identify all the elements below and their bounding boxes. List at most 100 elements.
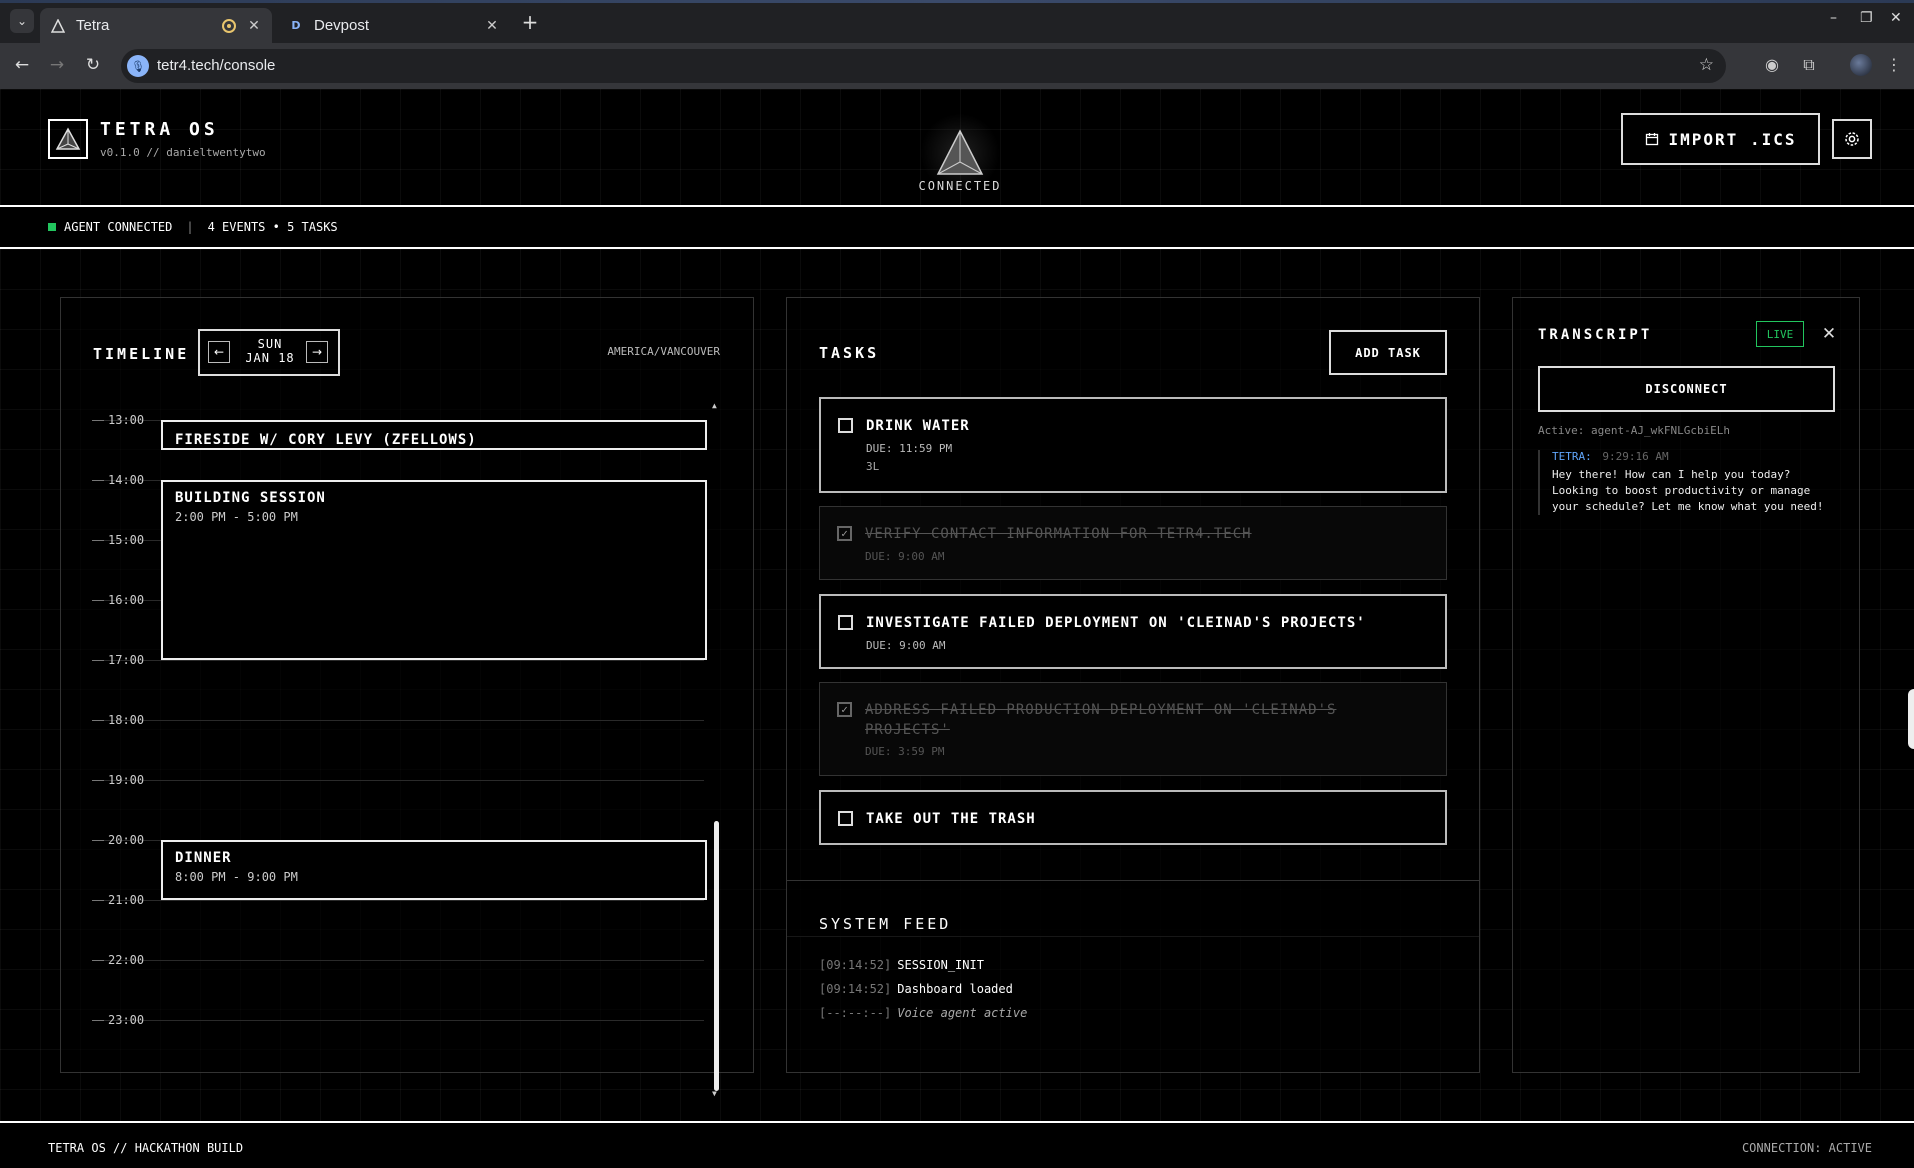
feed-timestamp: [--:--:--] bbox=[819, 1006, 892, 1020]
hour-line bbox=[92, 720, 704, 721]
task-due: DUE: 9:00 AM bbox=[866, 639, 946, 652]
task-checkbox[interactable]: ✓ bbox=[837, 526, 852, 541]
tab-close-icon[interactable]: ✕ bbox=[484, 17, 500, 34]
hour-label: 15:00 bbox=[108, 533, 145, 547]
status-divider bbox=[0, 247, 1914, 249]
hour-label: 18:00 bbox=[108, 713, 145, 727]
reload-icon[interactable]: ↻ bbox=[82, 55, 104, 77]
scroll-down-icon[interactable]: ▼ bbox=[712, 1089, 717, 1098]
forward-icon[interactable]: → bbox=[46, 55, 68, 77]
feed-line: [09:14:52] Dashboard loaded bbox=[819, 982, 1013, 996]
window-close-icon[interactable]: ✕ bbox=[1890, 10, 1902, 26]
profile-avatar[interactable] bbox=[1850, 54, 1872, 76]
microphone-icon[interactable]: 🎙 bbox=[127, 55, 149, 77]
task-title: INVESTIGATE FAILED DEPLOYMENT ON 'CLEINA… bbox=[866, 615, 1366, 631]
task-item[interactable]: DRINK WATER DUE: 11:59 PM 3L bbox=[819, 397, 1447, 493]
extension-icon[interactable]: ◉ bbox=[1761, 55, 1783, 77]
task-item[interactable]: ✓ VERIFY CONTACT INFORMATION FOR TETR4.T… bbox=[819, 506, 1447, 580]
side-panel-handle[interactable] bbox=[1908, 689, 1914, 749]
feed-line: [09:14:52] SESSION_INIT bbox=[819, 958, 984, 972]
task-item[interactable]: TAKE OUT THE TRASH bbox=[819, 790, 1447, 845]
tab-title: Devpost bbox=[314, 17, 370, 34]
hour-label: 20:00 bbox=[108, 833, 145, 847]
devpost-favicon-icon: D bbox=[291, 19, 301, 32]
bookmark-star-icon[interactable]: ☆ bbox=[1699, 55, 1714, 75]
import-ics-button[interactable]: IMPORT .ICS bbox=[1621, 113, 1820, 165]
event-title: DINNER bbox=[175, 850, 232, 866]
browser-tab-bar: ⌄ Tetra ✕ D Devpost ✕ + – ❐ ✕ bbox=[0, 0, 1914, 43]
date-navigator: ← SUN JAN 18 → bbox=[198, 329, 340, 376]
tab-title: Tetra bbox=[76, 17, 110, 34]
task-item[interactable]: INVESTIGATE FAILED DEPLOYMENT ON 'CLEINA… bbox=[819, 594, 1447, 669]
timeline-scrollbar[interactable] bbox=[714, 821, 719, 1091]
settings-button[interactable] bbox=[1832, 119, 1872, 159]
event-dinner[interactable]: DINNER 8:00 PM - 9:00 PM bbox=[161, 840, 707, 900]
add-task-button[interactable]: ADD TASK bbox=[1329, 330, 1447, 375]
event-building-session[interactable]: BUILDING SESSION 2:00 PM - 5:00 PM bbox=[161, 480, 707, 660]
close-icon[interactable]: ✕ bbox=[1818, 321, 1840, 347]
footer: TETRA OS // HACKATHON BUILD CONNECTION: … bbox=[0, 1121, 1914, 1168]
tab-search-button[interactable]: ⌄ bbox=[10, 9, 34, 33]
date-display: SUN JAN 18 bbox=[228, 337, 312, 365]
task-due: DUE: 9:00 AM bbox=[865, 550, 945, 563]
event-time: 2:00 PM - 5:00 PM bbox=[175, 510, 298, 524]
hour-label: 19:00 bbox=[108, 773, 145, 787]
hour-tick bbox=[92, 720, 104, 721]
timeline-title: TIMELINE bbox=[93, 345, 190, 363]
tab-devpost[interactable]: D Devpost ✕ bbox=[278, 8, 510, 43]
task-item[interactable]: ✓ ADDRESS FAILED PRODUCTION DEPLOYMENT O… bbox=[819, 682, 1447, 776]
timeline-panel bbox=[60, 297, 754, 1073]
hour-tick bbox=[92, 900, 104, 901]
menu-icon[interactable]: ⋮ bbox=[1883, 55, 1905, 77]
hour-tick bbox=[92, 840, 104, 841]
hour-line bbox=[92, 1020, 704, 1021]
disconnect-button[interactable]: DISCONNECT bbox=[1538, 366, 1835, 412]
next-day-button[interactable]: → bbox=[306, 341, 328, 363]
task-checkbox[interactable] bbox=[838, 811, 853, 826]
tasks-title: TASKS bbox=[819, 344, 880, 362]
timezone-label: AMERICA/VANCOUVER bbox=[607, 345, 720, 358]
feed-message: Dashboard loaded bbox=[897, 982, 1013, 996]
minimize-icon[interactable]: – bbox=[1830, 10, 1837, 26]
prev-day-button[interactable]: ← bbox=[208, 341, 230, 363]
feed-line: [--:--:--] Voice agent active bbox=[819, 1006, 1027, 1020]
puzzle-icon[interactable]: ⧉ bbox=[1798, 55, 1820, 77]
hour-line bbox=[92, 900, 704, 901]
event-time: 8:00 PM - 9:00 PM bbox=[175, 870, 298, 884]
tab-tetra[interactable]: Tetra ✕ bbox=[40, 8, 272, 43]
date-day: SUN bbox=[257, 337, 283, 351]
url-input[interactable]: 🎙 tetr4.tech/console ☆ bbox=[121, 49, 1726, 83]
app-subtitle: v0.1.0 // danieltwentytwo bbox=[100, 146, 266, 159]
hour-line bbox=[92, 780, 704, 781]
logo-icon bbox=[48, 119, 88, 159]
browser-address-bar: ← → ↻ 🎙 tetr4.tech/console ☆ ◉ ⧉ ⋮ bbox=[0, 43, 1914, 89]
system-feed-title: SYSTEM FEED bbox=[819, 915, 952, 933]
back-icon[interactable]: ← bbox=[11, 55, 33, 77]
hour-tick bbox=[92, 420, 104, 421]
message-speaker: TETRA: bbox=[1552, 450, 1592, 463]
task-title: VERIFY CONTACT INFORMATION FOR TETR4.TEC… bbox=[865, 526, 1252, 542]
event-fireside[interactable]: FIRESIDE W/ CORY LEVY (ZFELLOWS) bbox=[161, 420, 707, 450]
hour-label: 13:00 bbox=[108, 413, 145, 427]
agent-status: AGENT CONNECTED bbox=[64, 220, 173, 234]
task-checkbox[interactable] bbox=[838, 418, 853, 433]
scroll-up-icon[interactable]: ▲ bbox=[712, 401, 717, 410]
task-due: DUE: 3:59 PM bbox=[865, 745, 945, 758]
footer-connection-status: CONNECTION: ACTIVE bbox=[1741, 1141, 1872, 1155]
task-due: DUE: 11:59 PM bbox=[866, 442, 953, 455]
feed-message: Voice agent active bbox=[897, 1006, 1028, 1020]
task-checkbox[interactable]: ✓ bbox=[837, 702, 852, 717]
transcript-panel bbox=[1512, 297, 1860, 1073]
hour-label: 21:00 bbox=[108, 893, 145, 907]
window-accent bbox=[0, 0, 1914, 3]
calendar-icon bbox=[1645, 133, 1658, 146]
tab-close-icon[interactable]: ✕ bbox=[246, 17, 262, 34]
message-time: 9:29:16 AM bbox=[1602, 450, 1669, 463]
active-agent-id: Active: agent-AJ_wkFNLGcbiELh bbox=[1538, 424, 1731, 437]
live-badge: LIVE bbox=[1756, 321, 1804, 347]
task-checkbox[interactable] bbox=[838, 615, 853, 630]
gear-icon bbox=[1845, 132, 1859, 146]
media-recording-icon bbox=[222, 18, 236, 33]
new-tab-button[interactable]: + bbox=[520, 10, 540, 34]
maximize-icon[interactable]: ❐ bbox=[1860, 10, 1873, 26]
